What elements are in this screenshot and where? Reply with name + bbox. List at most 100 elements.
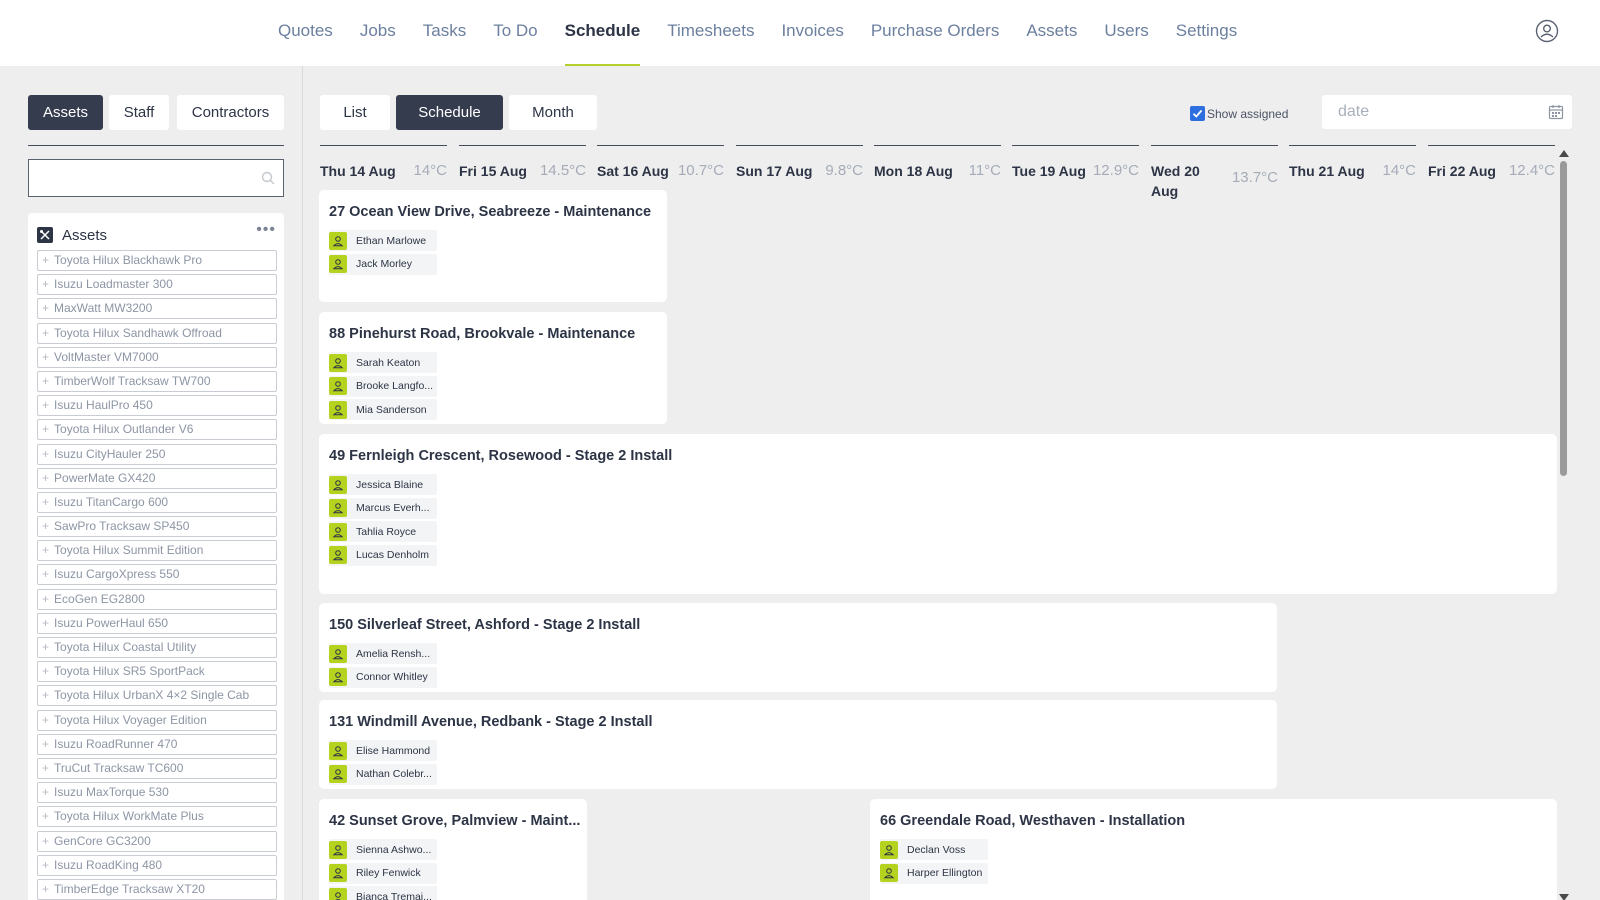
assets-tools-icon: [37, 227, 53, 243]
nav-quotes[interactable]: Quotes: [278, 0, 333, 66]
asset-list-item[interactable]: + TimberWolf Tracksaw TW700: [37, 370, 277, 392]
scroll-thumb[interactable]: [1560, 161, 1567, 476]
asset-list-item[interactable]: + TimberEdge Tracksaw XT20: [37, 878, 277, 900]
assigned-person[interactable]: Declan Voss: [880, 839, 988, 860]
nav-invoices[interactable]: Invoices: [781, 0, 843, 66]
tab-contractors[interactable]: Contractors: [177, 95, 284, 130]
asset-name: Toyota Hilux Coastal Utility: [54, 640, 197, 654]
job-card[interactable]: 88 Pinehurst Road, Brookvale - Maintenan…: [319, 312, 667, 424]
view-tab-month[interactable]: Month: [509, 95, 597, 130]
asset-list-item[interactable]: + Isuzu RoadKing 480: [37, 854, 277, 876]
asset-list-item[interactable]: + EcoGen EG2800: [37, 588, 277, 610]
show-assigned-toggle[interactable]: Show assigned: [1190, 106, 1288, 121]
nav-jobs[interactable]: Jobs: [360, 0, 396, 66]
asset-list-item[interactable]: + GenCore GC3200: [37, 830, 277, 852]
view-tab-list[interactable]: List: [320, 95, 390, 130]
asset-list-item[interactable]: + PowerMate GX420: [37, 467, 277, 489]
job-title: 27 Ocean View Drive, Seabreeze - Mainten…: [329, 204, 652, 220]
asset-name: TruCut Tracksaw TC600: [54, 760, 184, 775]
asset-list-item[interactable]: + Toyota Hilux WorkMate Plus: [37, 806, 277, 828]
assigned-person[interactable]: Marcus Everh...: [329, 497, 437, 519]
tab-assets[interactable]: Assets: [28, 95, 103, 130]
schedule-scrollbar[interactable]: [1558, 150, 1569, 900]
assigned-person[interactable]: Elise Hammond: [329, 740, 437, 761]
assigned-person[interactable]: Harper Ellington: [880, 862, 988, 884]
person-name: Jack Morley: [356, 258, 413, 271]
user-profile-icon[interactable]: [1535, 19, 1559, 43]
scroll-down-arrow-icon[interactable]: [1559, 894, 1569, 900]
day-header: Mon 18 Aug 11°C: [874, 145, 1001, 185]
assigned-person[interactable]: Riley Fenwick: [329, 862, 437, 884]
assigned-person[interactable]: Nathan Colebr...: [329, 763, 437, 785]
assigned-person[interactable]: Sienna Ashwo...: [329, 839, 437, 860]
nav-assets[interactable]: Assets: [1026, 0, 1077, 66]
plus-icon: +: [42, 301, 50, 316]
asset-list-item[interactable]: + Toyota Hilux Sandhawk Offroad: [37, 322, 277, 344]
assigned-person[interactable]: Sarah Keaton: [329, 352, 437, 373]
day-header: Thu 14 Aug 14°C: [320, 145, 447, 185]
plus-icon: +: [42, 567, 50, 582]
job-card[interactable]: 131 Windmill Avenue, Redbank - Stage 2 I…: [319, 700, 1277, 789]
asset-list-item[interactable]: + Toyota Hilux Voyager Edition: [37, 709, 277, 731]
asset-list-item[interactable]: + Isuzu MaxTorque 530: [37, 782, 277, 804]
asset-list-item[interactable]: + Isuzu TitanCargo 600: [37, 491, 277, 513]
person-icon: [329, 400, 347, 419]
asset-list-item[interactable]: + Toyota Hilux SR5 SportPack: [37, 661, 277, 683]
assigned-person[interactable]: Jack Morley: [329, 253, 437, 275]
nav-settings[interactable]: Settings: [1176, 0, 1237, 66]
search-input[interactable]: [29, 160, 249, 194]
asset-list-item[interactable]: + Isuzu HaulPro 450: [37, 395, 277, 417]
asset-list-item[interactable]: + Isuzu CargoXpress 550: [37, 564, 277, 586]
assigned-person[interactable]: Ethan Marlowe: [329, 230, 437, 251]
nav-todo[interactable]: To Do: [493, 0, 537, 66]
plus-icon: +: [42, 785, 50, 800]
asset-list-item[interactable]: + Isuzu RoadRunner 470: [37, 733, 277, 755]
date-field[interactable]: date: [1322, 95, 1572, 129]
tab-staff[interactable]: Staff: [109, 95, 169, 130]
calendar-icon[interactable]: [1548, 104, 1564, 120]
asset-list-item[interactable]: + Isuzu CityHauler 250: [37, 443, 277, 465]
assigned-person[interactable]: Brooke Langfo...: [329, 375, 437, 397]
more-options-icon[interactable]: •••: [256, 221, 276, 239]
nav-purchase-orders[interactable]: Purchase Orders: [871, 0, 1000, 66]
job-card[interactable]: 42 Sunset Grove, Palmview - Maint... Sie…: [319, 799, 587, 900]
person-name: Marcus Everh...: [356, 502, 430, 515]
job-card[interactable]: 27 Ocean View Drive, Seabreeze - Mainten…: [319, 190, 667, 302]
assigned-person[interactable]: Bianca Tremai...: [329, 886, 437, 900]
person-name: Jessica Blaine: [356, 478, 424, 491]
job-card[interactable]: 150 Silverleaf Street, Ashford - Stage 2…: [319, 603, 1277, 692]
asset-list-item[interactable]: + MaxWatt MW3200: [37, 298, 277, 320]
asset-list-item[interactable]: + Isuzu PowerHaul 650: [37, 612, 277, 634]
job-card[interactable]: 49 Fernleigh Crescent, Rosewood - Stage …: [319, 434, 1557, 594]
assigned-person[interactable]: Jessica Blaine: [329, 474, 437, 495]
asset-list-item[interactable]: + Toyota Hilux Summit Edition: [37, 540, 277, 562]
assigned-person[interactable]: Tahlia Royce: [329, 521, 437, 543]
asset-list-item[interactable]: + Isuzu Loadmaster 300: [37, 274, 277, 296]
asset-list-item[interactable]: + Toyota Hilux Outlander V6: [37, 419, 277, 441]
assigned-people: Amelia Rensh... Connor Whitley: [329, 643, 437, 690]
nav-timesheets[interactable]: Timesheets: [667, 0, 754, 66]
job-title: 131 Windmill Avenue, Redbank - Stage 2 I…: [329, 714, 653, 730]
assigned-person[interactable]: Connor Whitley: [329, 666, 437, 688]
asset-list-item[interactable]: + TruCut Tracksaw TC600: [37, 757, 277, 779]
asset-list-item[interactable]: + VoltMaster VM7000: [37, 346, 277, 368]
view-tab-schedule[interactable]: Schedule: [396, 95, 503, 130]
person-name: Brooke Langfo...: [356, 380, 434, 393]
nav-schedule[interactable]: Schedule: [564, 0, 640, 66]
asset-name: Toyota Hilux Voyager Edition: [54, 712, 207, 727]
assigned-person[interactable]: Mia Sanderson: [329, 399, 437, 421]
asset-list-item[interactable]: + Toyota Hilux Blackhawk Pro: [37, 250, 277, 271]
plus-icon: +: [42, 253, 50, 267]
job-card[interactable]: 66 Greendale Road, Westhaven - Installat…: [870, 799, 1557, 900]
nav-tasks[interactable]: Tasks: [423, 0, 466, 66]
asset-list-item[interactable]: + Toyota Hilux Coastal Utility: [37, 637, 277, 658]
asset-list-item[interactable]: + SawPro Tracksaw SP450: [37, 516, 277, 538]
assigned-person[interactable]: Lucas Denholm: [329, 544, 437, 566]
vertical-divider: [302, 66, 303, 900]
show-assigned-checkbox[interactable]: [1190, 106, 1205, 121]
scroll-up-arrow-icon[interactable]: [1559, 150, 1569, 157]
asset-list-item[interactable]: + Toyota Hilux UrbanX 4×2 Single Cab: [37, 685, 277, 707]
assigned-person[interactable]: Amelia Rensh...: [329, 643, 437, 664]
asset-search[interactable]: [28, 159, 284, 197]
nav-users[interactable]: Users: [1104, 0, 1148, 66]
